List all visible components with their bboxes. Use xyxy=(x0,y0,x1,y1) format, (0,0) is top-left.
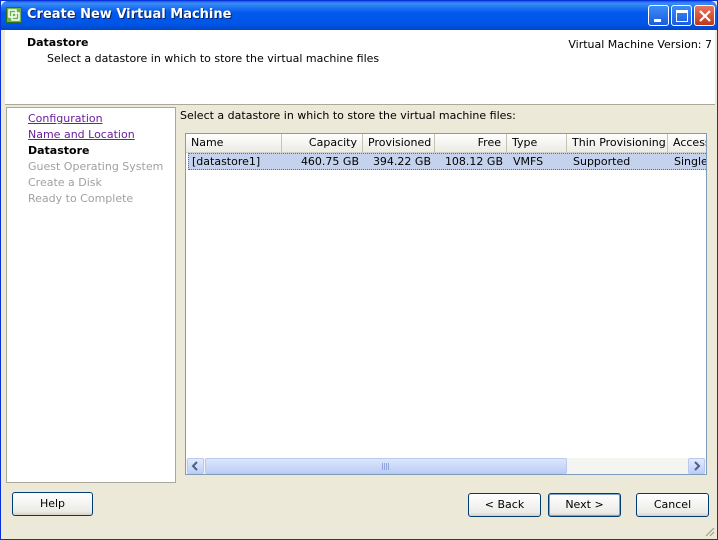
step-name-and-location[interactable]: Name and Location xyxy=(28,128,135,141)
close-button[interactable] xyxy=(694,5,715,26)
column-header-access[interactable]: Access xyxy=(668,134,706,152)
help-button[interactable]: Help xyxy=(12,492,93,516)
title-bar[interactable]: Create New Virtual Machine xyxy=(1,1,717,30)
scroll-grip-icon xyxy=(382,463,390,470)
chevron-left-icon xyxy=(191,461,198,471)
step-configuration[interactable]: Configuration xyxy=(28,112,103,125)
maximize-button[interactable] xyxy=(671,5,692,26)
cell-access: Single host xyxy=(674,155,707,168)
minimize-button[interactable] xyxy=(648,5,669,26)
table-row[interactable]: [datastore1] 460.75 GB 394.22 GB 108.12 … xyxy=(188,153,707,170)
column-header-type[interactable]: Type xyxy=(507,134,567,152)
close-icon xyxy=(699,10,711,22)
window-title: Create New Virtual Machine xyxy=(27,7,232,22)
column-header-free[interactable]: Free xyxy=(435,134,507,152)
column-header-provisioned[interactable]: Provisioned xyxy=(363,134,435,152)
step-datastore: Datastore xyxy=(28,144,90,157)
back-button[interactable]: < Back xyxy=(468,493,541,517)
page-subtitle: Select a datastore in which to store the… xyxy=(47,52,380,65)
next-button[interactable]: Next > xyxy=(548,493,621,517)
scroll-left-button[interactable] xyxy=(187,458,204,474)
column-header-capacity[interactable]: Capacity xyxy=(282,134,363,152)
column-header-thin-provisioning[interactable]: Thin Provisioning xyxy=(567,134,668,152)
table-header: Name Capacity Provisioned Free Type Thin… xyxy=(186,134,706,153)
cancel-button[interactable]: Cancel xyxy=(636,493,709,517)
cell-provisioned: 394.22 GB xyxy=(372,155,431,168)
chevron-right-icon xyxy=(694,461,701,471)
wizard-steps-panel: Configuration Name and Location Datastor… xyxy=(6,107,176,483)
cell-free: 108.12 GB xyxy=(444,155,503,168)
maximize-icon xyxy=(676,10,688,22)
cell-name: [datastore1] xyxy=(192,155,261,168)
column-header-name[interactable]: Name xyxy=(186,134,282,152)
vm-app-icon xyxy=(6,7,22,23)
resize-grip-icon[interactable] xyxy=(703,525,715,537)
scroll-right-button[interactable] xyxy=(688,458,705,474)
wizard-header: Datastore Select a datastore in which to… xyxy=(5,30,715,105)
step-ready-to-complete: Ready to Complete xyxy=(28,192,134,205)
cell-thin-provisioning: Supported xyxy=(573,155,631,168)
step-guest-os: Guest Operating System xyxy=(28,160,164,173)
vm-version-label: Virtual Machine Version: 7 xyxy=(568,38,712,51)
horizontal-scrollbar[interactable] xyxy=(186,458,706,474)
datastore-table: Name Capacity Provisioned Free Type Thin… xyxy=(185,133,707,475)
wizard-window: Create New Virtual Machine Datastore Sel… xyxy=(0,0,718,540)
page-title: Datastore xyxy=(27,36,89,49)
step-create-disk: Create a Disk xyxy=(28,176,102,189)
datastore-instruction: Select a datastore in which to store the… xyxy=(180,109,516,122)
minimize-icon xyxy=(654,19,661,22)
scroll-thumb[interactable] xyxy=(205,458,567,474)
cell-type: VMFS xyxy=(513,155,544,168)
cell-capacity: 460.75 GB xyxy=(300,155,359,168)
